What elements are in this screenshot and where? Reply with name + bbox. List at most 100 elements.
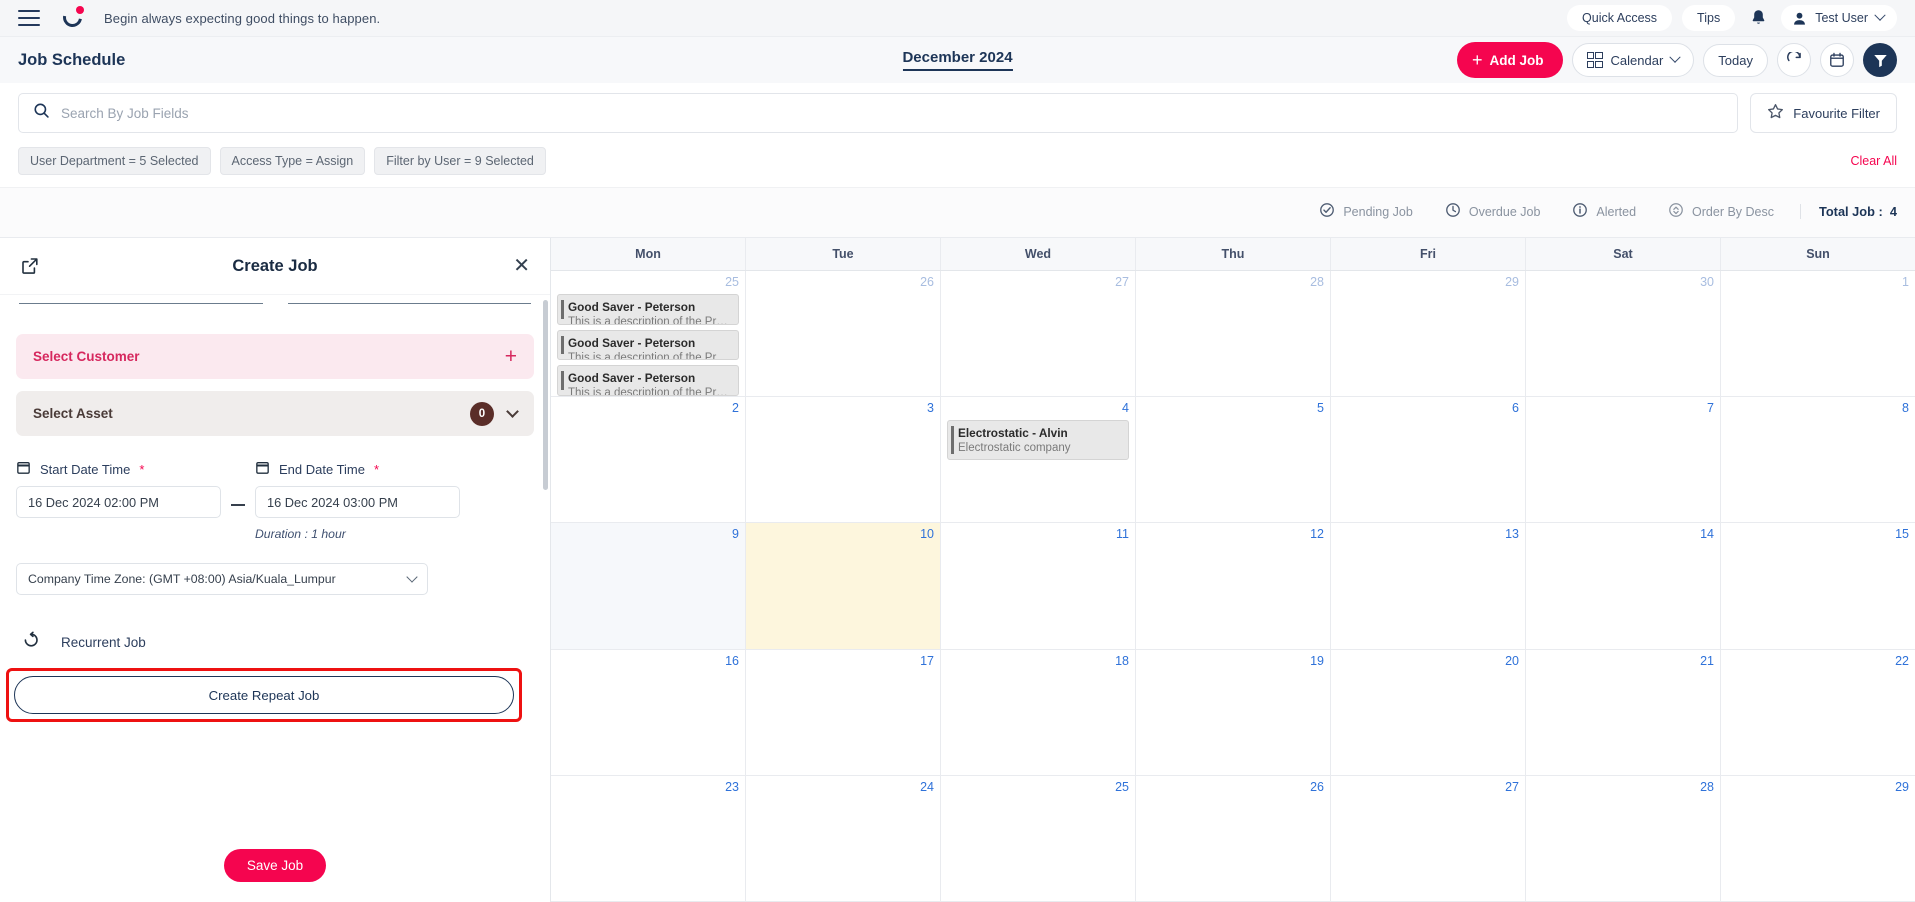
timezone-select[interactable]: Company Time Zone: (GMT +08:00) Asia/Kua… xyxy=(16,563,428,595)
calendar-day-cell[interactable]: 28 xyxy=(1136,271,1331,397)
user-menu[interactable]: Test User xyxy=(1781,5,1897,31)
calendar-day-cell[interactable]: 12 xyxy=(1136,523,1331,649)
close-icon[interactable]: ✕ xyxy=(513,256,530,276)
start-date-field: Start Date Time * 16 Dec 2024 02:00 PM xyxy=(16,460,221,518)
page-header: Job Schedule December 2024 + Add Job Cal… xyxy=(0,37,1915,83)
select-customer-section[interactable]: Select Customer + xyxy=(16,334,534,379)
date-picker-button[interactable] xyxy=(1820,43,1854,77)
calendar-day-cell[interactable]: 21 xyxy=(1526,649,1721,775)
day-header-tue: Tue xyxy=(746,238,941,270)
day-number: 15 xyxy=(1895,527,1909,542)
required-asterisk: * xyxy=(374,461,380,477)
start-date-label-row: Start Date Time * xyxy=(16,460,221,478)
calendar-day-cell[interactable]: 23 xyxy=(551,775,746,902)
calendar-day-cell[interactable]: 28 xyxy=(1526,775,1721,902)
create-repeat-job-button[interactable]: Create Repeat Job xyxy=(14,676,514,714)
calendar-day-cell[interactable]: 27 xyxy=(1331,775,1526,902)
calendar-day-cell[interactable]: 17 xyxy=(746,649,941,775)
calendar-day-cell[interactable]: 2 xyxy=(551,397,746,523)
save-job-button[interactable]: Save Job xyxy=(223,849,327,882)
day-number: 16 xyxy=(725,653,739,668)
status-overdue-job[interactable]: Overdue Job xyxy=(1431,195,1555,228)
search-box[interactable] xyxy=(18,93,1739,133)
calendar-day-cell[interactable]: 1 xyxy=(1721,271,1915,396)
calendar-day-cell[interactable]: 3 xyxy=(746,397,941,523)
calendar-event[interactable]: Good Saver - Peterson This is a descripti… xyxy=(557,365,739,397)
calendar-day-cell[interactable]: 10 xyxy=(746,523,941,649)
calendar-day-cell[interactable]: 29 xyxy=(1721,776,1915,901)
calendar-day-cell[interactable]: 9 xyxy=(551,523,746,649)
calendar-day-cell[interactable]: 14 xyxy=(1526,523,1721,649)
clear-all-button[interactable]: Clear All xyxy=(1850,154,1897,168)
calendar-day-cell[interactable]: 29 xyxy=(1331,271,1526,397)
scrolled-fields-partial xyxy=(16,295,534,304)
create-job-footer: Save Job xyxy=(0,831,550,902)
calendar-event[interactable]: Electrostatic - Alvin Electrostatic compa… xyxy=(947,420,1129,461)
app-logo-icon xyxy=(59,4,86,31)
panel-scrollbar[interactable] xyxy=(543,300,548,490)
menu-icon[interactable] xyxy=(18,10,40,26)
page-title: Job Schedule xyxy=(18,50,126,69)
calendar-day-cell[interactable]: 19 xyxy=(1136,649,1331,775)
search-input[interactable] xyxy=(61,105,1724,121)
select-asset-section[interactable]: Select Asset 0 xyxy=(16,391,534,436)
calendar-day-cell[interactable]: 13 xyxy=(1331,523,1526,649)
status-legend-row: Pending Job Overdue Job Alerted Order By… xyxy=(0,187,1915,237)
calendar-day-cell[interactable]: 5 xyxy=(1136,397,1331,523)
calendar-day-cell[interactable]: 22 xyxy=(1721,650,1915,775)
calendar-event[interactable]: Good Saver - Peterson This is a descripti… xyxy=(557,294,739,325)
create-job-panel-header: Create Job ✕ xyxy=(0,238,550,295)
chevron-down-icon[interactable] xyxy=(506,405,519,418)
add-job-button[interactable]: + Add Job xyxy=(1457,42,1563,78)
status-alerted[interactable]: Alerted xyxy=(1558,195,1650,228)
refresh-button[interactable] xyxy=(1777,43,1811,77)
day-number: 18 xyxy=(1115,653,1129,668)
day-number: 25 xyxy=(1115,779,1129,794)
timezone-value: Company Time Zone: (GMT +08:00) Asia/Kua… xyxy=(28,572,336,586)
filter-button[interactable] xyxy=(1863,43,1897,77)
calendar-day-cell[interactable]: 27 xyxy=(941,271,1136,397)
day-number: 2 xyxy=(732,401,739,416)
global-topbar: Begin always expecting good things to ha… xyxy=(0,0,1915,37)
status-order-by-desc[interactable]: Order By Desc xyxy=(1654,195,1788,228)
calendar-day-cell[interactable]: 4 Electrostatic - Alvin Electrostatic comp… xyxy=(941,397,1136,523)
filter-chip[interactable]: Access Type = Assign xyxy=(219,147,366,175)
favourite-filter-button[interactable]: Favourite Filter xyxy=(1750,93,1897,133)
filter-chip[interactable]: User Department = 5 Selected xyxy=(18,147,211,175)
end-date-field: End Date Time * 16 Dec 2024 03:00 PM Dur… xyxy=(255,460,460,541)
calendar-day-cell[interactable]: 24 xyxy=(746,775,941,902)
plus-icon: + xyxy=(1472,50,1483,70)
start-date-input[interactable]: 16 Dec 2024 02:00 PM xyxy=(16,486,221,518)
total-job-counter: Total Job : 4 xyxy=(1800,204,1897,219)
tips-button[interactable]: Tips xyxy=(1682,5,1736,31)
calendar-day-cell[interactable]: 6 xyxy=(1331,397,1526,523)
plus-icon[interactable]: + xyxy=(505,346,517,367)
today-button[interactable]: Today xyxy=(1703,43,1768,77)
calendar-day-cell[interactable]: 25 xyxy=(941,775,1136,902)
day-number: 29 xyxy=(1895,779,1909,794)
open-external-icon[interactable] xyxy=(20,256,40,276)
filter-chip[interactable]: Filter by User = 9 Selected xyxy=(374,147,546,175)
calendar-day-cell[interactable]: 15 xyxy=(1721,523,1915,648)
calendar-day-cell[interactable]: 26 xyxy=(1136,775,1331,902)
day-number: 13 xyxy=(1505,527,1519,542)
quick-access-button[interactable]: Quick Access xyxy=(1567,5,1673,31)
status-pending-job[interactable]: Pending Job xyxy=(1305,195,1427,228)
calendar-day-cell[interactable]: 30 xyxy=(1526,271,1721,397)
day-number: 12 xyxy=(1310,527,1324,542)
calendar-day-cell[interactable]: 11 xyxy=(941,523,1136,649)
calendar-event[interactable]: Good Saver - Peterson This is a descripti… xyxy=(557,329,739,361)
calendar-day-cell[interactable]: 8 xyxy=(1721,397,1915,522)
calendar-day-cell[interactable]: 16 xyxy=(551,649,746,775)
calendar-day-cell[interactable]: 26 xyxy=(746,271,941,397)
end-date-input[interactable]: 16 Dec 2024 03:00 PM xyxy=(255,486,460,518)
notification-bell-icon[interactable] xyxy=(1745,5,1771,31)
view-mode-selector[interactable]: Calendar xyxy=(1571,43,1695,77)
chevron-down-icon xyxy=(406,571,418,583)
calendar-day-cell[interactable]: 25 Good Saver - Peterson This is a descrip… xyxy=(551,271,746,397)
month-label[interactable]: December 2024 xyxy=(902,49,1013,71)
calendar-day-cell[interactable]: 18 xyxy=(941,649,1136,775)
avatar-icon xyxy=(1791,10,1807,26)
calendar-day-cell[interactable]: 20 xyxy=(1331,649,1526,775)
calendar-day-cell[interactable]: 7 xyxy=(1526,397,1721,523)
